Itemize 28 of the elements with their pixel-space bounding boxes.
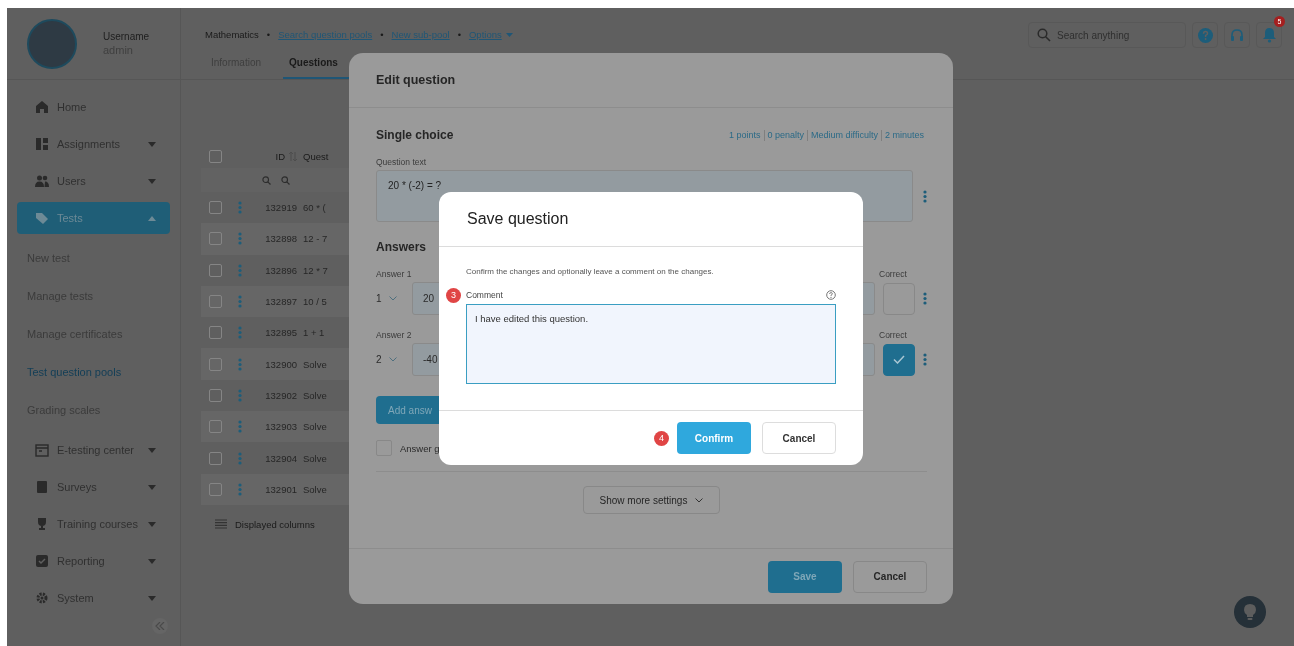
dialog-description: Confirm the changes and optionally leave a comment on the changes. — [466, 267, 715, 276]
separator-dot: • — [266, 29, 271, 40]
field-label: Correct — [879, 330, 908, 340]
table-cell: Solve — [303, 483, 327, 495]
table-cell: Solve — [303, 358, 327, 370]
field-label: Answer 2 — [376, 330, 412, 340]
separator-dot: • — [457, 29, 461, 40]
table-cell-text: 132900 — [264, 358, 298, 370]
table-cell-text: 132901 — [264, 483, 298, 495]
checkbox-label: Answer g — [400, 442, 440, 454]
field-label: Correct — [879, 269, 908, 279]
section-title: Answers — [376, 240, 428, 254]
dialog-title: Save question — [467, 210, 569, 228]
table-cell-text: 132897 — [264, 296, 298, 308]
field-label: Question text — [376, 157, 428, 167]
step-badge: 3 — [446, 287, 461, 303]
table-cell-text: 132898 — [264, 233, 298, 245]
table-cell: Solve — [303, 421, 327, 433]
field-label: Answer 1 — [376, 269, 412, 279]
dialog-title: Edit question — [376, 73, 456, 87]
breadcrumb-text: Mathematics — [205, 29, 259, 40]
step-badge: 4 — [654, 430, 669, 446]
table-cell: 10 / 5 — [303, 296, 327, 308]
field-label: Comment — [466, 290, 504, 300]
question-type: Single choice — [376, 128, 454, 142]
username-label: Username — [103, 31, 150, 42]
table-cell-text: 132903 — [264, 421, 298, 433]
separator-dot: • — [380, 29, 384, 40]
